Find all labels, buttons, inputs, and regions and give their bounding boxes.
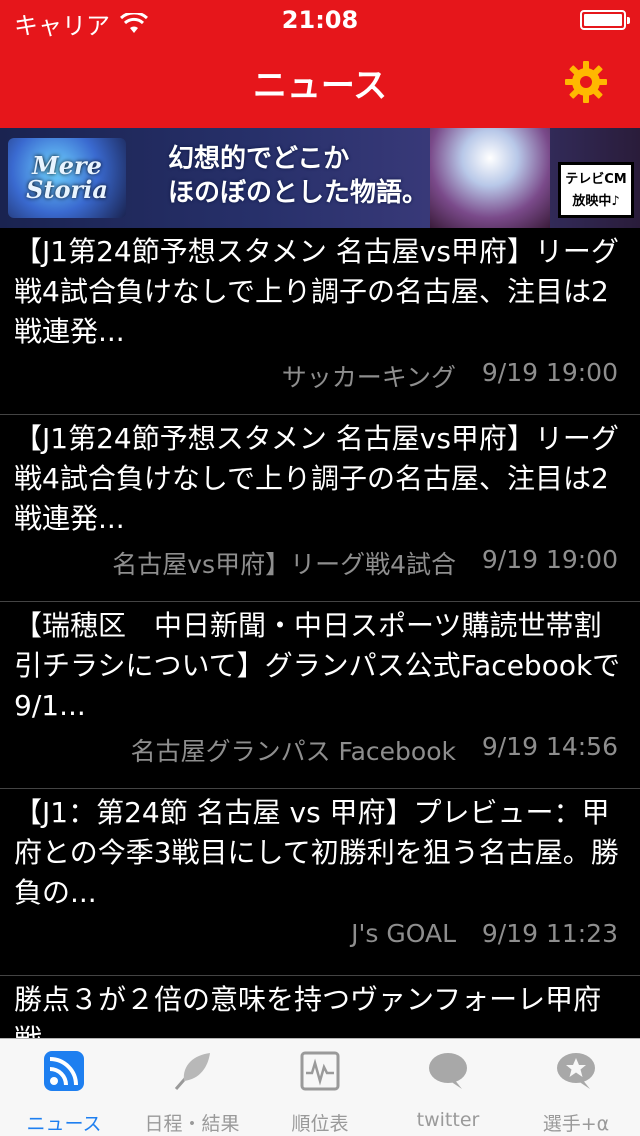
tab-label: twitter: [416, 1109, 480, 1131]
star-bubble-icon: [557, 1053, 595, 1089]
banner-logo: Mere Storia: [8, 138, 126, 218]
news-source: J's GOAL: [351, 919, 456, 948]
rss-icon: [44, 1051, 84, 1091]
tab-twitter[interactable]: twitter: [384, 1039, 512, 1136]
news-date: 9/19 19:00: [481, 358, 618, 387]
news-source: 名古屋グランパス Facebook: [130, 737, 456, 766]
page-title: ニュース: [252, 66, 388, 106]
news-title: 【J1第24節予想スタメン 名古屋vs甲府】リーグ戦4試合負けなしで上り調子の名…: [14, 422, 619, 535]
news-item[interactable]: 勝点３が２倍の意味を持つヴァンフォーレ甲府戦: [0, 976, 640, 1038]
tab-players[interactable]: 選手+α: [512, 1039, 640, 1136]
tab-standings[interactable]: 順位表: [256, 1039, 384, 1136]
banner-tagline-line2: ほのぼのとした物語。: [168, 178, 429, 208]
news-item[interactable]: 【J1第24節予想スタメン 名古屋vs甲府】リーグ戦4試合負けなしで上り調子の名…: [0, 415, 640, 602]
banner-tagline-line1: 幻想的でどこか: [168, 144, 350, 174]
news-item[interactable]: 【J1第24節予想スタメン 名古屋vs甲府】リーグ戦4試合負けなしで上り調子の名…: [0, 228, 640, 415]
tab-label: 順位表: [291, 1113, 349, 1135]
chart-icon: [300, 1051, 340, 1091]
tab-news[interactable]: ニュース: [0, 1039, 128, 1136]
news-source: 名古屋vs甲府】リーグ戦4試合: [112, 550, 456, 579]
ad-banner[interactable]: Mere Storia 幻想的でどこか ほのぼのとした物語。 テレビCM 放映中…: [0, 128, 640, 228]
banner-cm-line2: 放映中♪: [572, 194, 620, 209]
news-date: 9/19 11:23: [481, 919, 618, 948]
tab-label: 日程・結果: [144, 1113, 240, 1135]
banner-cm-badge: テレビCM 放映中♪: [558, 162, 634, 218]
news-title: 【J1第24節予想スタメン 名古屋vs甲府】リーグ戦4試合負けなしで上り調子の名…: [14, 235, 619, 348]
banner-character-image: [430, 128, 550, 228]
status-time: 21:08: [281, 6, 359, 34]
tab-bar: ニュース 日程・結果 順位表 twitter 選手+α: [0, 1038, 640, 1136]
status-bar: キャリア 21:08: [0, 0, 640, 40]
news-date: 9/19 19:00: [481, 545, 618, 574]
banner-logo-text: Mere Storia: [26, 151, 108, 204]
news-item[interactable]: 【J1：第24節 名古屋 vs 甲府】プレビュー：甲府との今季3戦目にして初勝利…: [0, 789, 640, 976]
news-item[interactable]: 【瑞穂区 中日新聞・中日スポーツ購読世帯割引チラシについて】グランパス公式Fac…: [0, 602, 640, 789]
tab-label: ニュース: [26, 1113, 102, 1135]
gear-icon[interactable]: [564, 60, 608, 104]
speech-bubble-icon: [429, 1053, 467, 1089]
news-source: サッカーキング: [281, 363, 456, 392]
header: キャリア 21:08 ニュース: [0, 0, 640, 128]
news-list: 【J1第24節予想スタメン 名古屋vs甲府】リーグ戦4試合負けなしで上り調子の名…: [0, 228, 640, 1038]
news-title: 【J1：第24節 名古屋 vs 甲府】プレビュー：甲府との今季3戦目にして初勝利…: [14, 796, 619, 909]
tab-label: 選手+α: [542, 1113, 610, 1135]
battery-icon: [580, 10, 630, 30]
banner-tagline: 幻想的でどこか ほのぼのとした物語。: [168, 142, 428, 210]
tab-schedule[interactable]: 日程・結果: [128, 1039, 256, 1136]
banner-cm-line1: テレビCM: [565, 172, 627, 187]
news-date: 9/19 14:56: [481, 732, 618, 761]
feather-icon: [174, 1053, 210, 1090]
news-title: 勝点３が２倍の意味を持つヴァンフォーレ甲府戦: [14, 983, 602, 1038]
news-title: 【瑞穂区 中日新聞・中日スポーツ購読世帯割引チラシについて】グランパス公式Fac…: [14, 609, 621, 722]
